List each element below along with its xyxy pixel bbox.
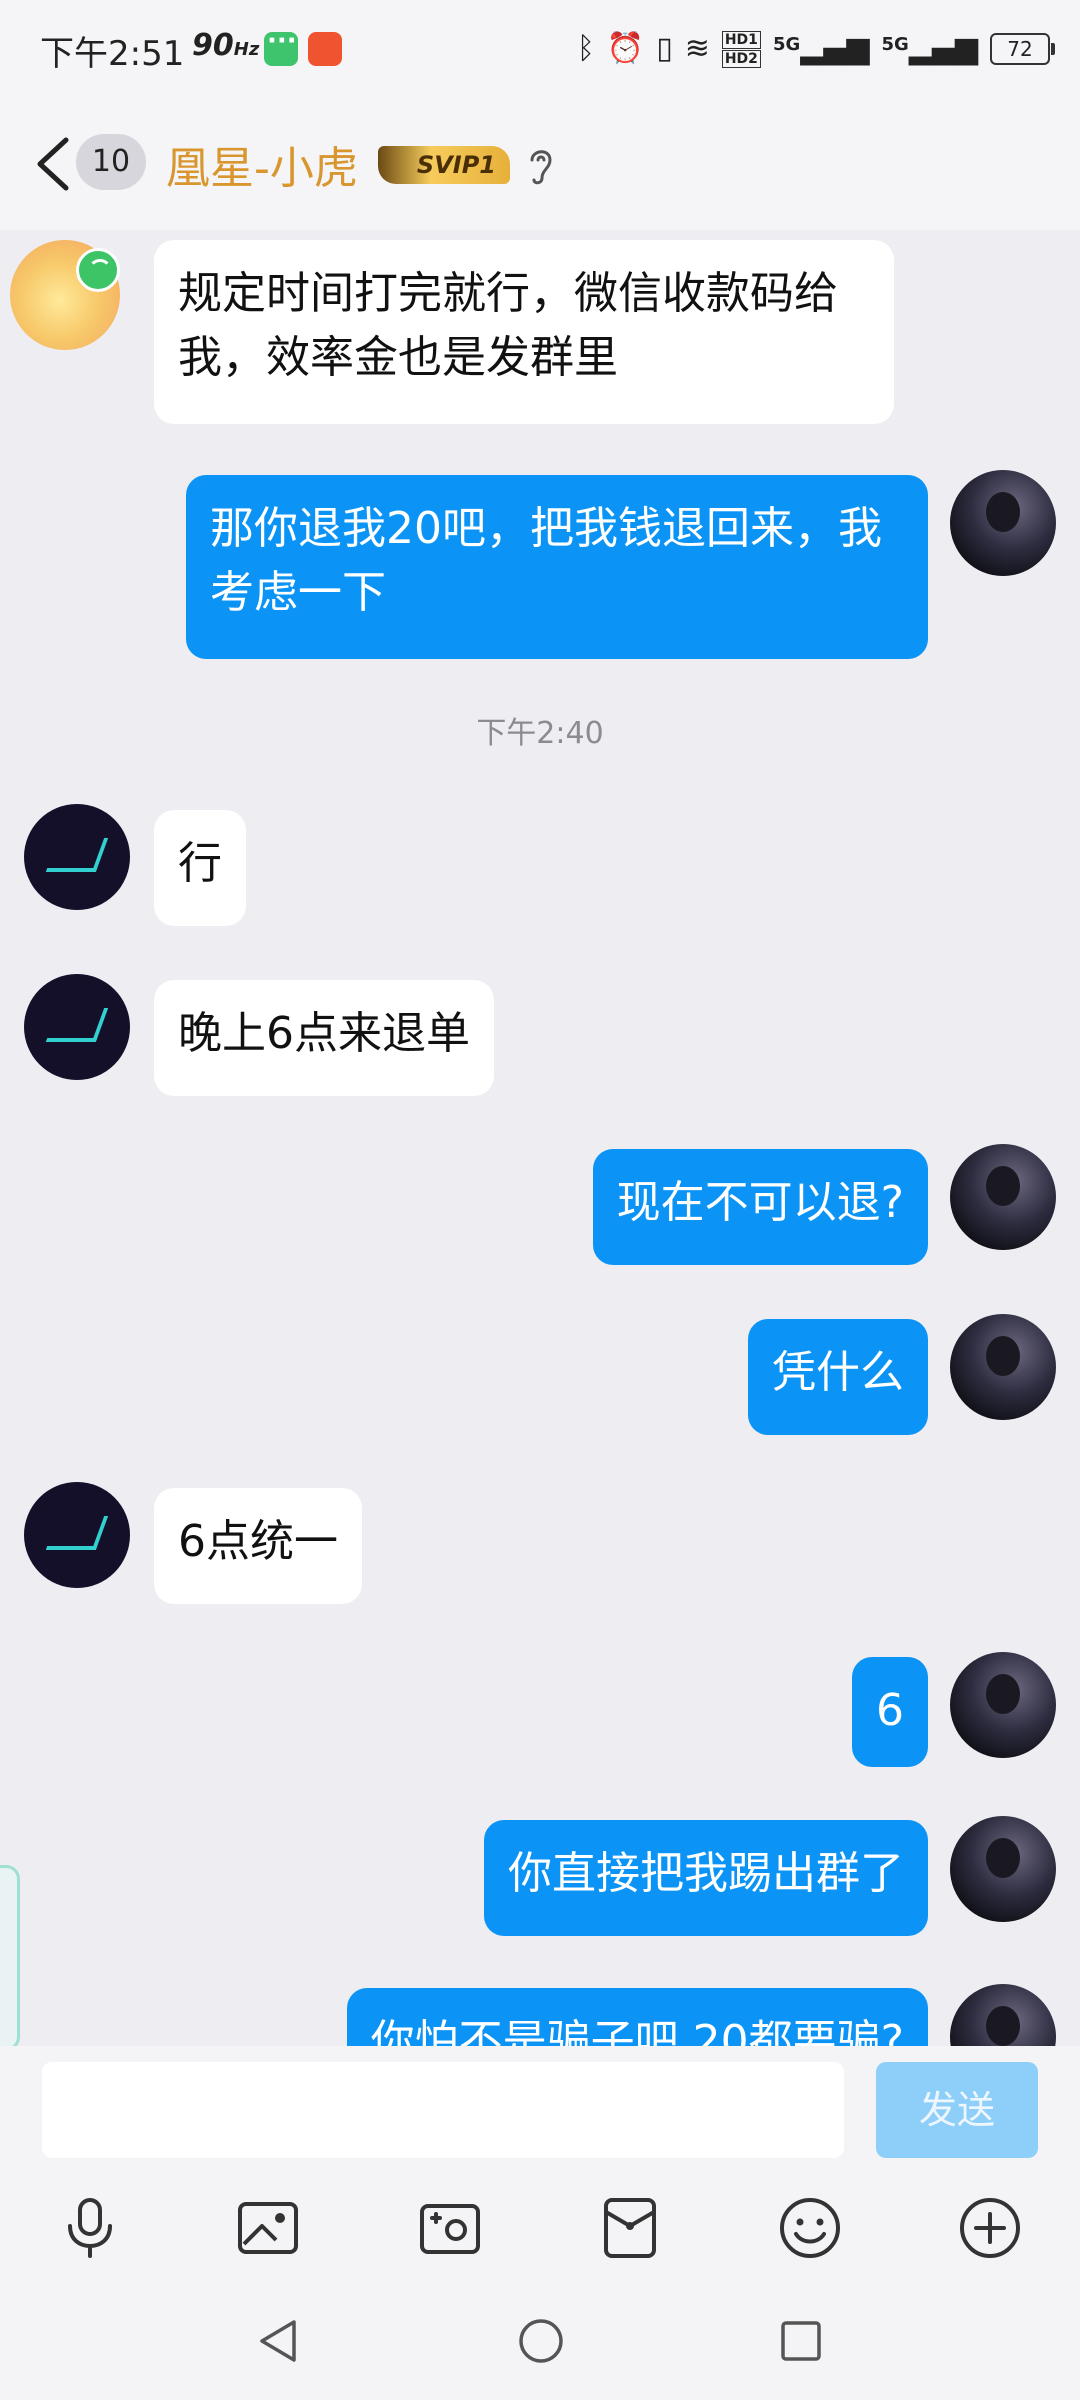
hd1-label: HD1 xyxy=(721,30,761,49)
my-avatar[interactable] xyxy=(950,1144,1056,1250)
chat-title[interactable]: 凰星-小虎 xyxy=(166,132,358,196)
message-bubble[interactable]: 6点统一 xyxy=(154,1488,362,1604)
emoji-icon[interactable] xyxy=(778,2196,842,2260)
status-bar: 下午2:51 90Hz ᛒ ⏰ ▯ ≋ HD1 HD2 5G▂▄▆ 5G▂▄▆ … xyxy=(0,0,1080,100)
floating-side-tab[interactable] xyxy=(0,1865,20,2051)
contact-avatar[interactable] xyxy=(24,804,130,910)
network-2-label: 5G xyxy=(881,33,909,55)
nav-home-icon[interactable] xyxy=(516,2316,566,2366)
message-bubble[interactable]: 6 xyxy=(852,1657,928,1767)
chat-history[interactable]: 规定时间打完就行，微信收款码给 我，效率金也是发群里 那你退我20吧，把我钱退回… xyxy=(0,230,1080,2046)
hd-indicator: HD1 HD2 xyxy=(721,30,761,68)
chat-timestamp: 下午2:40 xyxy=(476,716,604,751)
message-bubble[interactable]: 现在不可以退? xyxy=(592,1149,928,1265)
signal-bars-icon: ▂▄▆ xyxy=(908,30,978,66)
plus-icon[interactable] xyxy=(958,2196,1022,2260)
back-arrow-icon[interactable] xyxy=(28,134,78,194)
hd2-label: HD2 xyxy=(721,49,761,68)
camera-icon[interactable] xyxy=(418,2196,482,2260)
online-status-icon xyxy=(76,248,120,292)
message-bubble[interactable]: 规定时间打完就行，微信收款码给 我，效率金也是发群里 xyxy=(154,240,894,424)
refresh-rate-unit: Hz xyxy=(233,39,260,60)
status-time: 下午2:51 xyxy=(40,34,185,74)
system-nav-bar xyxy=(0,2286,1080,2400)
contact-avatar[interactable] xyxy=(24,1482,130,1588)
signal-bars-icon: ▂▄▆ xyxy=(800,30,870,66)
bluetooth-icon: ᛒ xyxy=(576,31,595,66)
nav-recents-icon[interactable] xyxy=(776,2316,826,2366)
contact-avatar[interactable] xyxy=(24,974,130,1080)
signal-1: 5G▂▄▆ xyxy=(772,30,870,66)
signal-2: 5G▂▄▆ xyxy=(881,30,978,66)
message-bubble[interactable]: 凭什么 xyxy=(748,1319,928,1435)
svip-badge: SVIP1 xyxy=(378,146,510,184)
my-avatar[interactable] xyxy=(950,1314,1056,1420)
my-avatar[interactable] xyxy=(950,1652,1056,1758)
status-indicators: ᛒ ⏰ ▯ ≋ HD1 HD2 5G▂▄▆ 5G▂▄▆ 72 xyxy=(576,24,1055,74)
game-app-icon xyxy=(308,32,342,66)
wifi-icon: ≋ xyxy=(684,31,710,66)
red-packet-icon[interactable] xyxy=(598,2196,662,2260)
message-bubble[interactable]: 你直接把我踢出群了 xyxy=(484,1820,928,1936)
alarm-icon: ⏰ xyxy=(606,31,645,66)
message-app-icon xyxy=(264,26,298,66)
image-icon[interactable] xyxy=(236,2196,300,2260)
send-button[interactable]: 发送 xyxy=(876,2062,1038,2158)
message-input[interactable] xyxy=(42,2062,844,2158)
refresh-rate-value: 90 xyxy=(192,28,234,63)
vibrate-icon: ▯ xyxy=(656,31,673,66)
nav-back-icon[interactable] xyxy=(254,2316,304,2366)
battery-indicator: 72 xyxy=(990,33,1055,65)
network-1-label: 5G xyxy=(772,33,801,55)
ear-icon xyxy=(530,150,552,185)
message-bubble[interactable]: 那你退我20吧，把我钱退回来，我 考虑一下 xyxy=(186,475,928,659)
message-bubble[interactable]: 行 xyxy=(154,810,246,926)
microphone-icon[interactable] xyxy=(58,2196,122,2260)
refresh-rate: 90Hz xyxy=(192,28,259,63)
my-avatar[interactable] xyxy=(950,1984,1056,2046)
my-avatar[interactable] xyxy=(950,470,1056,576)
message-bubble[interactable]: 你怕不是骗子吧 20都要骗? xyxy=(346,1988,928,2046)
unread-count-badge[interactable]: 10 xyxy=(76,134,146,190)
message-bubble[interactable]: 晚上6点来退单 xyxy=(154,980,494,1096)
my-avatar[interactable] xyxy=(950,1816,1056,1922)
